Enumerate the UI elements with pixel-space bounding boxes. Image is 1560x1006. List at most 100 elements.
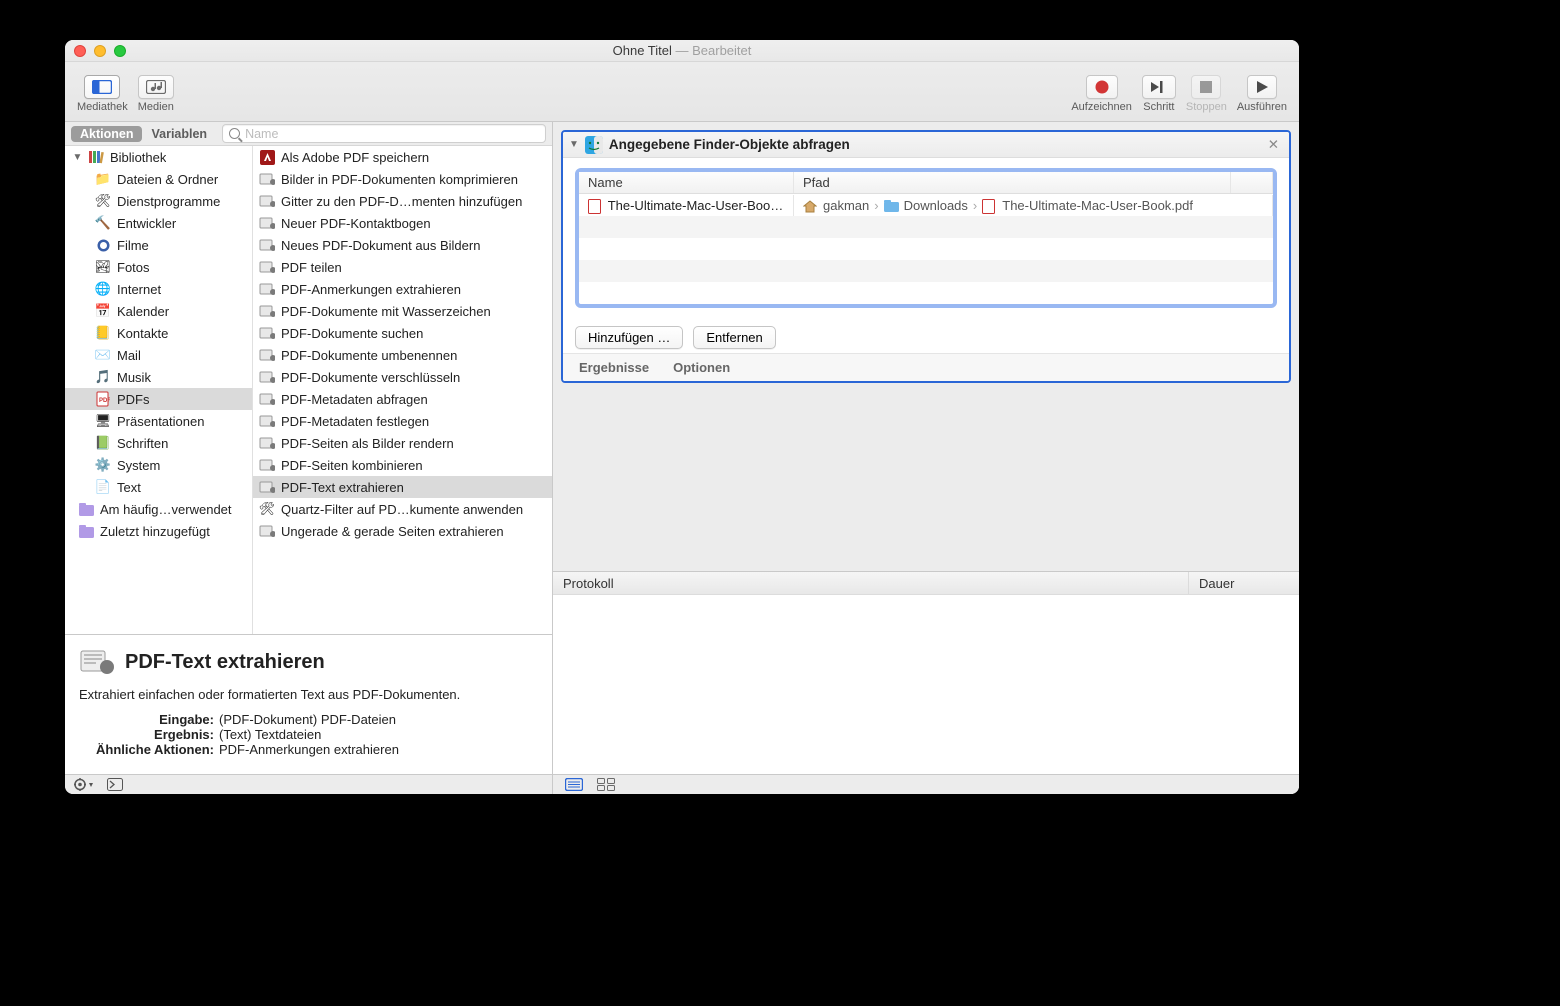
automator-action-icon [259, 523, 275, 539]
category-item[interactable]: ⚙️System [65, 454, 252, 476]
category-item[interactable]: 📒Kontakte [65, 322, 252, 344]
automator-action-icon [259, 413, 275, 429]
disclosure-triangle-icon[interactable]: ▼ [73, 153, 82, 162]
add-button[interactable]: Hinzufügen … [575, 326, 683, 349]
col-header-path[interactable]: Pfad [794, 172, 1231, 193]
results-tab[interactable]: Ergebnisse [579, 360, 649, 375]
category-item[interactable]: 📅Kalender [65, 300, 252, 322]
library-icon [88, 149, 104, 165]
action-item[interactable]: PDF-Metadaten abfragen [253, 388, 552, 410]
flow-view-icon[interactable] [597, 778, 615, 791]
category-list[interactable]: ▼ Bibliothek 📁Dateien & Ordner 🛠Dienstpr… [65, 146, 253, 634]
file-table: Name Pfad The-Ultimate-Mac-User-Book.p [575, 168, 1277, 308]
automator-action-icon [259, 479, 275, 495]
action-item[interactable]: PDF-Dokumente suchen [253, 322, 552, 344]
chevron-right-icon: › [874, 198, 878, 213]
workflow-action-card[interactable]: ▼ Angegebene Finder-Objekte abfragen ✕ N… [561, 130, 1291, 383]
adobe-icon [259, 149, 275, 165]
automator-action-icon [259, 325, 275, 341]
log-col-protokoll[interactable]: Protokoll [553, 572, 1189, 594]
contacts-icon: 📒 [95, 325, 111, 341]
presentation-icon: 🖥 [95, 413, 111, 429]
action-item[interactable]: Gitter zu den PDF-D…menten hinzufügen [253, 190, 552, 212]
action-item[interactable]: PDF-Dokumente verschlüsseln [253, 366, 552, 388]
search-input[interactable]: Name [222, 124, 546, 143]
automator-action-icon [259, 215, 275, 231]
mediathek-button[interactable] [84, 75, 120, 99]
library-root[interactable]: ▼ Bibliothek [65, 146, 252, 168]
automator-action-icon [259, 347, 275, 363]
action-item[interactable]: Neuer PDF-Kontaktbogen [253, 212, 552, 234]
action-item[interactable]: PDF-Anmerkungen extrahieren [253, 278, 552, 300]
action-item-pdftext[interactable]: PDF-Text extrahieren [253, 476, 552, 498]
action-item[interactable]: Neues PDF-Dokument aus Bildern [253, 234, 552, 256]
step-button[interactable] [1142, 75, 1176, 99]
home-icon [803, 198, 818, 213]
smart-folder-recent[interactable]: Zuletzt hinzugefügt [65, 520, 252, 542]
action-large-icon [79, 647, 115, 677]
category-item-pdfs[interactable]: PDFPDFs [65, 388, 252, 410]
disclosure-triangle-icon[interactable]: ▼ [569, 139, 579, 150]
list-view-icon[interactable] [565, 778, 583, 791]
category-item[interactable]: 🏞Fotos [65, 256, 252, 278]
category-item[interactable]: 🛠Dienstprogramme [65, 190, 252, 212]
step-label: Schritt [1143, 101, 1174, 113]
automator-action-icon [259, 391, 275, 407]
category-item[interactable]: Filme [65, 234, 252, 256]
action-item[interactable]: PDF-Dokumente umbenennen [253, 344, 552, 366]
action-item[interactable]: Als Adobe PDF speichern [253, 146, 552, 168]
category-item[interactable]: 📄Text [65, 476, 252, 498]
fontbook-icon: 📗 [95, 435, 111, 451]
category-item[interactable]: 🖥Präsentationen [65, 410, 252, 432]
action-item[interactable]: PDF-Metadaten festlegen [253, 410, 552, 432]
remove-button[interactable]: Entfernen [693, 326, 775, 349]
category-item[interactable]: 🔨Entwickler [65, 212, 252, 234]
action-list[interactable]: Als Adobe PDF speichern Bilder in PDF-Do… [253, 146, 552, 634]
zoom-window-icon[interactable] [114, 45, 126, 57]
photos-icon: 🏞 [95, 259, 111, 275]
automator-action-icon [259, 237, 275, 253]
table-row[interactable]: The-Ultimate-Mac-User-Book.p gakman › [579, 194, 1273, 216]
pdf-file-icon [588, 198, 603, 213]
category-item[interactable]: ✉️Mail [65, 344, 252, 366]
smart-folder-most-used[interactable]: Am häufig…verwendet [65, 498, 252, 520]
automator-action-icon [259, 457, 275, 473]
close-action-icon[interactable]: ✕ [1264, 137, 1283, 153]
col-header-name[interactable]: Name [579, 172, 794, 193]
action-item[interactable]: PDF teilen [253, 256, 552, 278]
library-panel: Aktionen Variablen Name ▼ Bibliot [65, 122, 553, 794]
action-item[interactable]: Ungerade & gerade Seiten extrahieren [253, 520, 552, 542]
window-edited-label: — Bearbeitet [676, 43, 752, 58]
window-title: Ohne Titel [613, 43, 672, 58]
tab-variablen[interactable]: Variablen [142, 126, 216, 142]
record-button[interactable] [1086, 75, 1118, 99]
category-item[interactable]: 🎵Musik [65, 366, 252, 388]
close-window-icon[interactable] [74, 45, 86, 57]
tab-aktionen[interactable]: Aktionen [71, 126, 142, 142]
description-panel: PDF-Text extrahieren Extrahiert einfache… [65, 634, 552, 774]
options-tab[interactable]: Optionen [673, 360, 730, 375]
action-item[interactable]: Bilder in PDF-Dokumenten komprimieren [253, 168, 552, 190]
action-item[interactable]: PDF-Seiten als Bilder rendern [253, 432, 552, 454]
run-button[interactable] [1247, 75, 1277, 99]
hammer-icon: 🔨 [95, 215, 111, 231]
category-item[interactable]: 🌐Internet [65, 278, 252, 300]
medien-button[interactable] [138, 75, 174, 99]
minimize-window-icon[interactable] [94, 45, 106, 57]
search-placeholder: Name [245, 127, 278, 141]
gear-icon: ⚙️ [95, 457, 111, 473]
automator-window: Ohne Titel — Bearbeitet Mediathek Medien [65, 40, 1299, 794]
action-item[interactable]: 🛠Quartz-Filter auf PD…kumente anwenden [253, 498, 552, 520]
action-item[interactable]: PDF-Dokumente mit Wasserzeichen [253, 300, 552, 322]
globe-icon: 🌐 [95, 281, 111, 297]
col-header-end [1231, 172, 1273, 193]
category-item[interactable]: 📗Schriften [65, 432, 252, 454]
medien-label: Medien [138, 101, 174, 113]
mail-icon: ✉️ [95, 347, 111, 363]
workflow-canvas[interactable] [553, 391, 1299, 571]
action-item[interactable]: PDF-Seiten kombinieren [253, 454, 552, 476]
execute-icon[interactable] [107, 778, 123, 791]
gear-menu-icon[interactable] [73, 778, 95, 791]
log-col-dauer[interactable]: Dauer [1189, 572, 1299, 594]
category-item[interactable]: 📁Dateien & Ordner [65, 168, 252, 190]
